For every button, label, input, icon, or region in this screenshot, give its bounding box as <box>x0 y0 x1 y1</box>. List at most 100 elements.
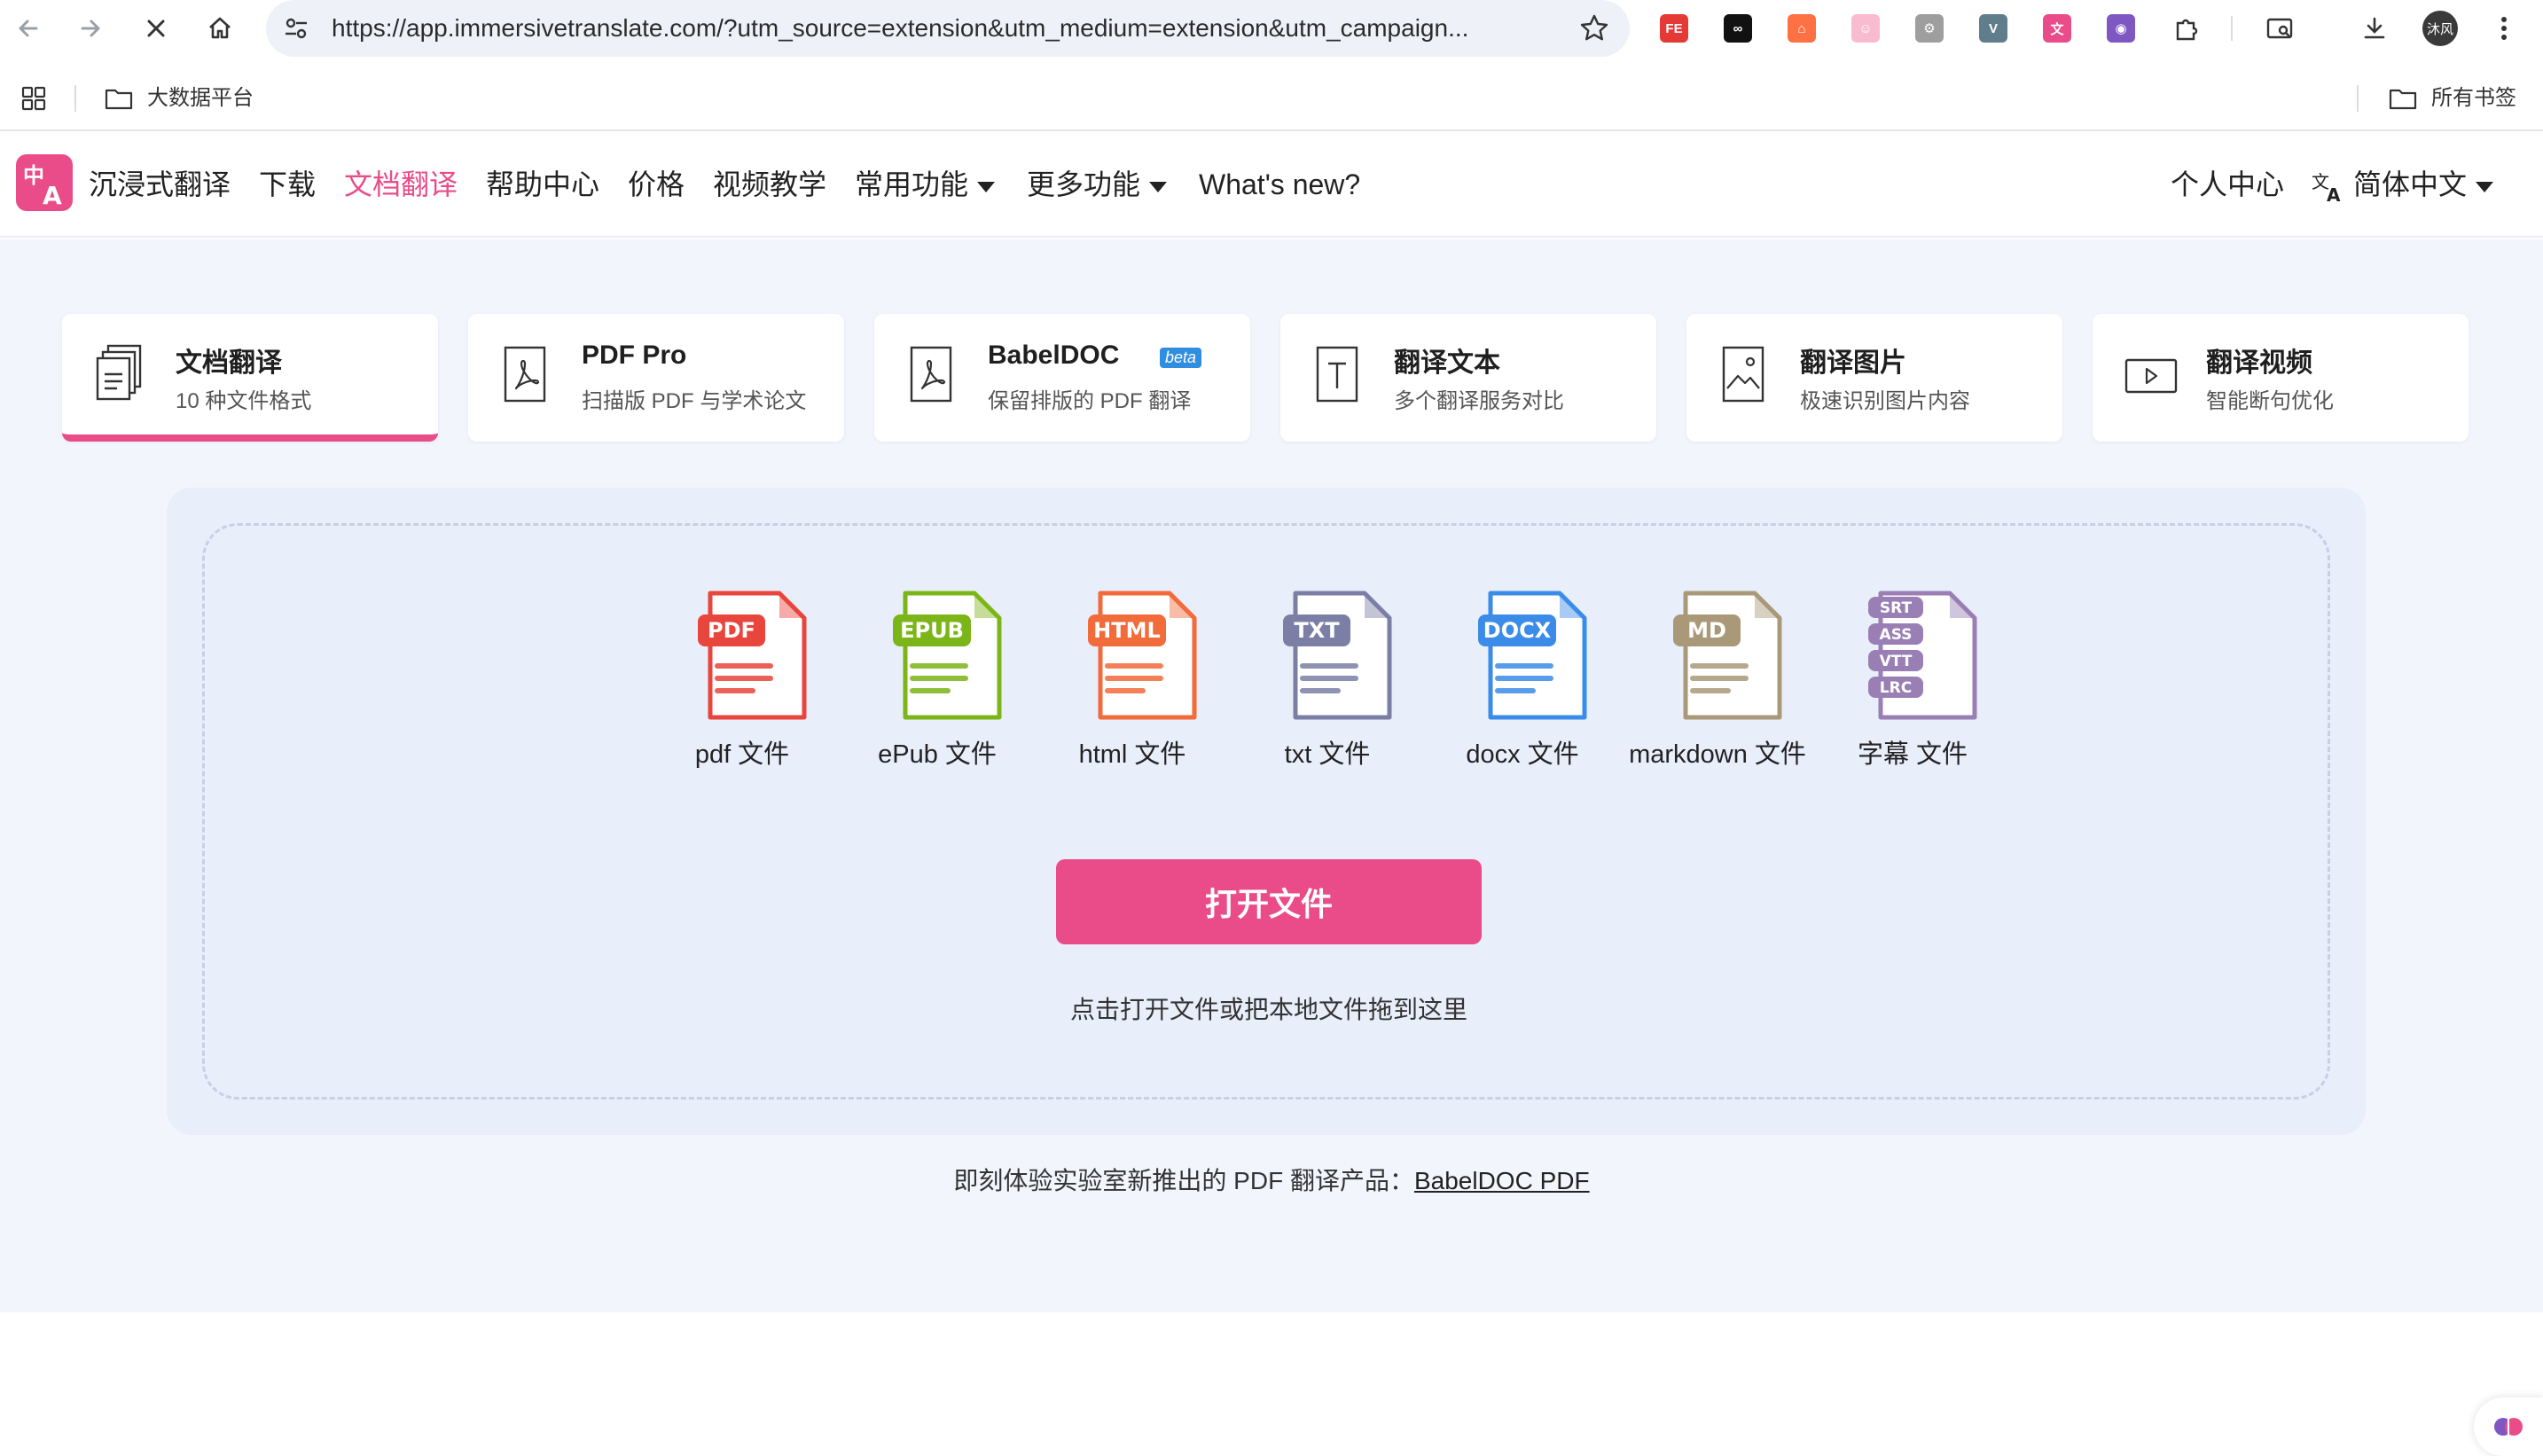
chevron-down-icon <box>977 181 996 192</box>
search-tab-button[interactable] <box>2263 11 2298 46</box>
tab-pdf-pro[interactable]: PDF Pro 扫描版 PDF 与学术论文 <box>468 314 844 442</box>
image-icon <box>1722 346 1764 403</box>
home-button[interactable] <box>200 9 239 48</box>
brain-icon <box>2494 1416 2523 1437</box>
nav-more-features-label: 更多功能 <box>1027 168 1141 200</box>
nav-video-tutorial[interactable]: 视频教学 <box>713 131 826 238</box>
folder-icon <box>105 89 133 110</box>
svg-text:A: A <box>2327 184 2341 204</box>
puzzle-icon <box>2176 19 2198 41</box>
downloads-button[interactable] <box>2357 11 2392 46</box>
tab-search-icon <box>2266 18 2293 39</box>
gear-extension-icon[interactable]: ⚙ <box>1912 11 1947 46</box>
format-item: PDF pdf 文件 <box>645 590 840 776</box>
nav-personal-center[interactable]: 个人中心 <box>2171 131 2284 238</box>
browser-toolbar: https://app.immersivetranslate.com/?utm_… <box>0 0 2543 57</box>
tab-subtitle: 10 种文件格式 <box>176 389 312 413</box>
svg-text:ASS: ASS <box>1880 626 1913 644</box>
file-drop-zone[interactable]: PDF pdf 文件 EPUB ePub 文件 HTML html 文件 TXT txt 文件… <box>202 523 2330 1100</box>
browser-menu-button[interactable] <box>2486 11 2522 46</box>
home-icon <box>209 17 231 39</box>
tab-title: 文档翻译 <box>176 348 282 378</box>
chevron-down-icon <box>2476 181 2494 192</box>
back-button[interactable] <box>9 9 48 48</box>
site-settings-icon[interactable] <box>282 14 310 43</box>
tab-title: 翻译文本 <box>1394 348 1500 378</box>
more-vertical-icon <box>2501 17 2507 40</box>
language-icon: 文A <box>2312 171 2341 206</box>
nav-common-features[interactable]: 常用功能 <box>855 131 996 238</box>
beta-badge: beta <box>1160 348 1202 368</box>
nav-document-translate[interactable]: 文档翻译 <box>344 131 458 238</box>
bookmarks-divider <box>74 85 76 112</box>
pdf-file-icon: PDF <box>698 591 807 720</box>
site-header: 中 A 沉浸式翻译 下载 文档翻译 帮助中心 价格 视频教学 常用功能 更多功能… <box>0 131 2543 238</box>
nav-help-center[interactable]: 帮助中心 <box>486 131 599 238</box>
forward-button[interactable] <box>71 9 110 48</box>
bookmark-star-icon[interactable] <box>1578 12 1610 44</box>
profile-avatar[interactable]: 沐风 <box>2422 11 2458 46</box>
tab-document-translate[interactable]: 文档翻译 10 种文件格式 <box>62 314 438 442</box>
svg-text:VTT: VTT <box>1880 653 1913 670</box>
immersive-translate-logo[interactable]: 中 A <box>16 154 73 211</box>
tab-translate-image[interactable]: 翻译图片 极速识别图片内容 <box>1686 314 2062 442</box>
apps-grid-icon[interactable] <box>21 86 46 111</box>
cat-icon[interactable]: ☺ <box>1848 11 1883 46</box>
svg-text:MD: MD <box>1687 618 1726 643</box>
pdf-acrobat-icon <box>504 346 546 403</box>
documents-icon <box>96 344 142 401</box>
svg-text:EPUB: EPUB <box>900 618 964 643</box>
main-content: 文档翻译 10 种文件格式 PDF Pro 扫描版 PDF 与学术论文 Babe… <box>0 239 2543 1312</box>
brand-name[interactable]: 沉浸式翻译 <box>89 131 231 238</box>
upload-panel: PDF pdf 文件 EPUB ePub 文件 HTML html 文件 TXT txt 文件… <box>167 488 2366 1135</box>
nav-download[interactable]: 下载 <box>259 131 316 238</box>
tab-babeldoc[interactable]: BabelDOC beta 保留排版的 PDF 翻译 <box>874 314 1250 442</box>
format-label: pdf 文件 <box>694 740 790 769</box>
format-item: EPUB ePub 文件 <box>840 590 1035 776</box>
format-item: SRT ASS VTT LRC 字幕 文件 <box>1815 590 2010 776</box>
brain-icon[interactable]: ◉ <box>2103 11 2139 46</box>
puzzle-extensions-button[interactable] <box>2169 11 2204 46</box>
url-text[interactable]: https://app.immersivetranslate.com/?utm_… <box>332 0 1546 57</box>
svg-text:HTML: HTML <box>1093 618 1161 643</box>
all-bookmarks-label: 所有书签 <box>2431 86 2516 110</box>
pdf-acrobat-icon <box>910 346 952 403</box>
babeldoc-pdf-link[interactable]: BabelDOC PDF <box>1414 1167 1590 1194</box>
nav-pricing[interactable]: 价格 <box>628 131 685 238</box>
format-item: TXT txt 文件 <box>1230 590 1425 776</box>
video-play-icon <box>2124 358 2178 394</box>
hierarchy-icon[interactable]: ⌂ <box>1784 11 1819 46</box>
svg-text:LRC: LRC <box>1880 679 1912 697</box>
fe-helper-icon[interactable]: FE <box>1656 11 1692 46</box>
html-file-icon: HTML <box>1088 591 1197 720</box>
nav-more-features[interactable]: 更多功能 <box>1027 131 1168 238</box>
gear-extension-icon-glyph: ⚙ <box>1915 14 1944 43</box>
stop-loading-button[interactable] <box>137 9 176 48</box>
tab-subtitle: 极速识别图片内容 <box>1800 389 1970 413</box>
tab-subtitle: 扫描版 PDF 与学术论文 <box>582 389 807 413</box>
babeldoc-promo: 即刻体验实验室新推出的 PDF 翻译产品：BabelDOC PDF <box>0 1162 2543 1197</box>
nav-whats-new[interactable]: What's new? <box>1199 131 1360 238</box>
translate-extension-icon[interactable]: 文 <box>2039 11 2075 46</box>
language-selector[interactable]: 文 A 简体中文 <box>2311 131 2494 238</box>
format-label: txt 文件 <box>1284 740 1371 769</box>
address-bar[interactable]: https://app.immersivetranslate.com/?utm_… <box>266 0 1630 57</box>
vue-icon[interactable]: V <box>1976 11 2011 46</box>
promo-text: 即刻体验实验室新推出的 PDF 翻译产品： <box>953 1167 1414 1194</box>
open-file-button[interactable]: 打开文件 <box>1056 859 1482 944</box>
infinity-icon[interactable]: ∞ <box>1720 11 1756 46</box>
tab-title: PDF Pro <box>582 341 687 370</box>
tab-translate-video[interactable]: 翻译视频 智能断句优化 <box>2093 314 2469 442</box>
format-label: markdown 文件 <box>1629 740 1806 769</box>
format-item: MD markdown 文件 <box>1620 590 1815 776</box>
translate-logo-icon: 中 A <box>23 163 62 210</box>
format-label: 字幕 文件 <box>1857 740 1968 769</box>
md-file-icon: MD <box>1673 591 1782 720</box>
translate-extension-icon-glyph: 文 <box>2043 14 2071 43</box>
docx-file-icon: DOCX <box>1478 591 1587 720</box>
arrow-left-icon <box>19 20 38 37</box>
tab-title: 翻译图片 <box>1800 348 1906 378</box>
tab-translate-text[interactable]: 翻译文本 多个翻译服务对比 <box>1280 314 1656 442</box>
floating-assistant-button[interactable] <box>2474 1397 2543 1456</box>
chevron-down-icon <box>1149 181 1168 192</box>
